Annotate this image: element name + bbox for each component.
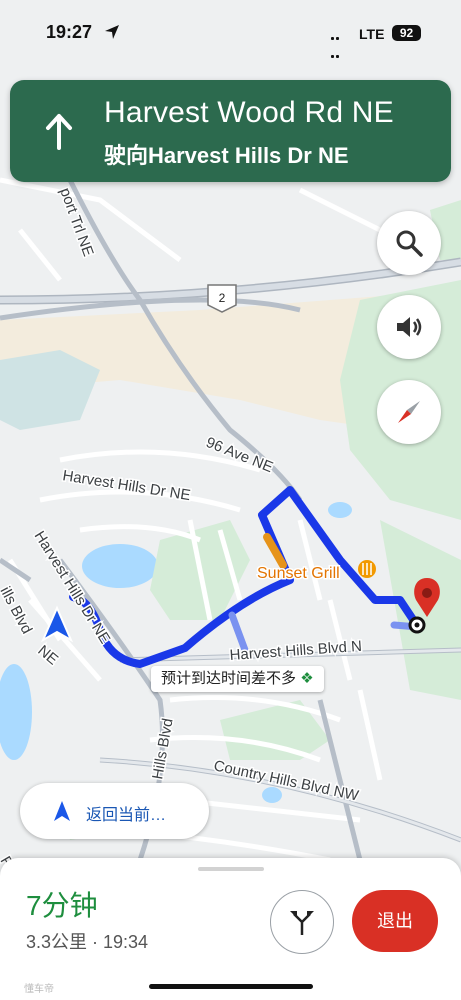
battery-indicator: 92 xyxy=(392,25,421,41)
navigation-banner[interactable]: Harvest Wood Rd NE 驶向Harvest Hills Dr NE xyxy=(10,80,451,182)
trip-distance-time: 3.3公里 · 19:34 xyxy=(26,932,149,952)
exit-button[interactable]: 退出 xyxy=(352,890,438,952)
navigation-arrow-icon xyxy=(54,801,70,821)
trip-sheet[interactable]: 7分钟 3.3公里 · 19:34 退出 xyxy=(0,858,461,1000)
eta-chip-label: 预计到达时间差不多 xyxy=(161,670,297,687)
home-indicator[interactable] xyxy=(149,984,313,989)
location-arrow-icon xyxy=(105,25,119,39)
highway-shield-label: 2 xyxy=(219,291,226,305)
compass-icon xyxy=(398,401,420,423)
signal-icon xyxy=(330,28,340,64)
watermark: 懂车帝 xyxy=(24,984,54,995)
eta-similar-chip[interactable]: 预计到达时间差不多 ❖ xyxy=(151,666,324,692)
search-button[interactable] xyxy=(377,211,441,275)
status-time: 19:27 xyxy=(46,22,93,42)
alternate-routes-button[interactable] xyxy=(270,890,334,954)
search-icon xyxy=(396,230,423,257)
straight-arrow-icon xyxy=(46,114,72,150)
network-type: LTE xyxy=(359,26,385,42)
speaker-icon xyxy=(397,317,422,337)
poi-label: Sunset Grill xyxy=(257,565,340,582)
recenter-label: 返回当前… xyxy=(86,807,167,824)
towards-street: 驶向Harvest Hills Dr NE xyxy=(104,143,349,168)
route-fork-icon xyxy=(290,911,314,935)
leaf-icon: ❖ xyxy=(300,670,314,687)
trip-duration: 7分钟 xyxy=(26,890,98,921)
status-bar: 19:27 LTE 92 xyxy=(0,0,461,66)
current-street: Harvest Wood Rd NE xyxy=(104,96,394,129)
compass-button[interactable] xyxy=(377,380,441,444)
sound-button[interactable] xyxy=(377,295,441,359)
sheet-handle[interactable] xyxy=(198,867,264,871)
restaurant-icon xyxy=(358,560,376,578)
recenter-button[interactable]: 返回当前… xyxy=(20,783,209,839)
